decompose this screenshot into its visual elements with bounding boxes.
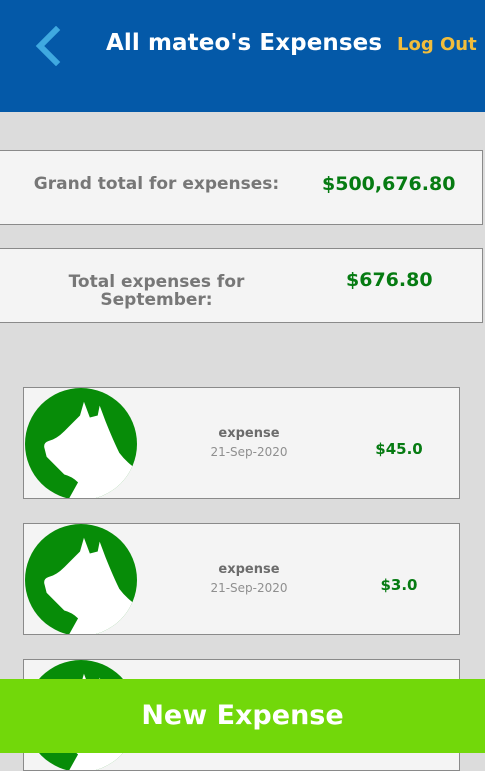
month-total-card: Total expenses for September: $676.80	[0, 248, 483, 323]
month-total-value: $676.80	[346, 269, 433, 291]
month-total-label: Total expenses for September:	[68, 272, 245, 310]
dog-head-avatar-icon	[24, 524, 138, 635]
expense-date: 21-Sep-2020	[210, 581, 288, 595]
expense-list-item[interactable]: expense 21-Sep-2020 $3.0	[23, 523, 460, 635]
back-button[interactable]	[30, 25, 70, 67]
grand-total-label: Grand total for expenses:	[33, 174, 280, 194]
expense-name: expense	[218, 562, 280, 577]
chevron-left-icon	[35, 25, 61, 67]
expense-amount: $3.0	[380, 576, 418, 594]
expense-list-item[interactable]: expense 21-Sep-2020 $45.0	[23, 387, 460, 499]
new-expense-button[interactable]: New Expense	[0, 679, 485, 753]
grand-total-value: $500,676.80	[322, 173, 456, 195]
grand-total-card: Grand total for expenses: $500,676.80	[0, 150, 483, 225]
page-title: All mateo's Expenses	[106, 30, 383, 56]
expense-amount: $45.0	[375, 440, 423, 458]
app-header: All mateo's Expenses Log Out	[0, 0, 485, 112]
expense-name: expense	[218, 426, 280, 441]
dog-head-avatar-icon	[24, 388, 138, 499]
expense-date: 21-Sep-2020	[210, 445, 288, 459]
logout-button[interactable]: Log Out	[397, 34, 477, 55]
